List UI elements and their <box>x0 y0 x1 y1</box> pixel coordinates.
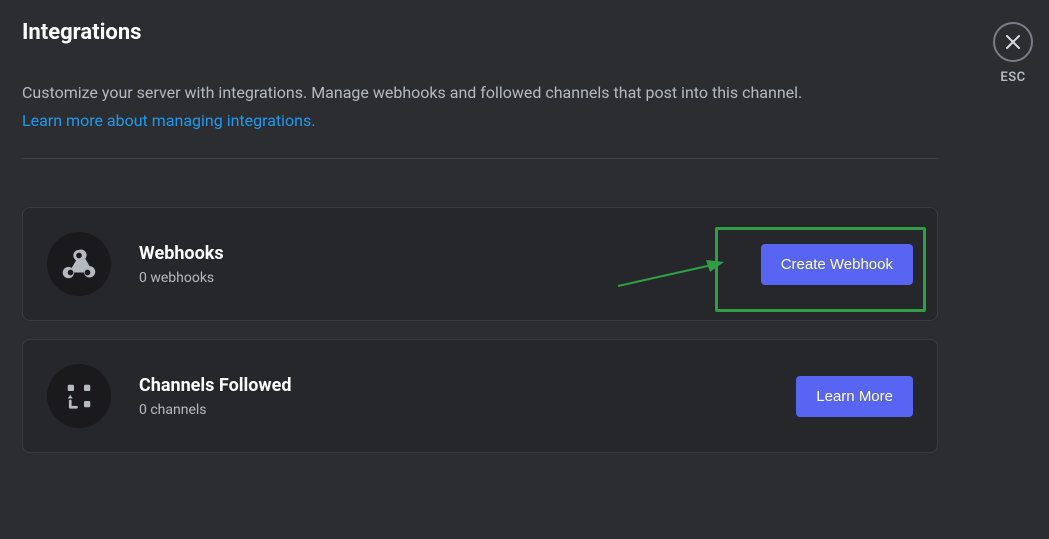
page-subtitle: Customize your server with integrations.… <box>22 81 938 105</box>
webhooks-text: Webhooks 0 webhooks <box>139 243 761 286</box>
page-title: Integrations <box>22 20 938 45</box>
section-divider <box>22 158 938 159</box>
close-button[interactable] <box>993 22 1033 62</box>
webhooks-title: Webhooks <box>139 243 761 264</box>
webhooks-card: Webhooks 0 webhooks Create Webhook <box>22 207 938 321</box>
create-webhook-button[interactable]: Create Webhook <box>761 244 913 285</box>
channels-followed-title: Channels Followed <box>139 375 796 396</box>
channels-followed-icon <box>47 364 111 428</box>
channels-followed-text: Channels Followed 0 channels <box>139 375 796 418</box>
webhooks-count: 0 webhooks <box>139 270 761 286</box>
webhook-icon <box>47 232 111 296</box>
learn-more-link[interactable]: Learn more about managing integrations. <box>22 111 316 130</box>
settings-content: Integrations Customize your server with … <box>0 0 960 491</box>
close-settings[interactable]: ESC <box>993 22 1033 85</box>
close-icon <box>1004 33 1022 51</box>
channels-followed-card: Channels Followed 0 channels Learn More <box>22 339 938 453</box>
channels-followed-count: 0 channels <box>139 402 796 418</box>
channels-learn-more-button[interactable]: Learn More <box>796 376 913 417</box>
esc-keybind-label: ESC <box>1000 70 1025 85</box>
